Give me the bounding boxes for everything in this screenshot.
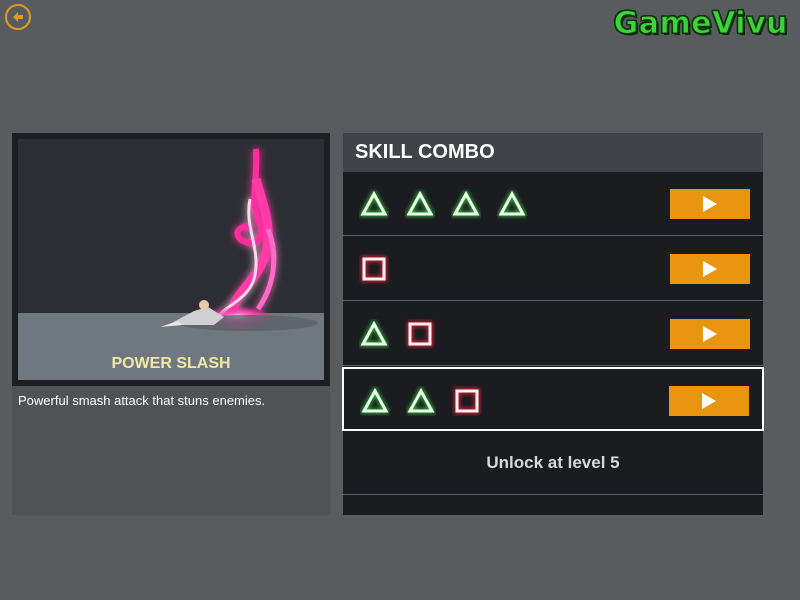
combo-row[interactable] <box>343 237 763 301</box>
square-icon <box>405 319 435 349</box>
combo-row[interactable] <box>342 367 764 431</box>
skill-name: POWER SLASH <box>111 355 231 372</box>
combo-row[interactable] <box>343 302 763 366</box>
power-slash-effect <box>160 148 318 331</box>
triangle-icon <box>359 189 389 219</box>
play-icon <box>703 326 717 342</box>
combo-sequence <box>359 189 527 219</box>
back-arrow-icon <box>13 12 23 22</box>
play-combo-button[interactable] <box>670 319 750 349</box>
combo-sequence <box>360 386 482 416</box>
play-icon <box>703 196 717 212</box>
triangle-icon <box>406 386 436 416</box>
gamevivu-logo: GameVivu <box>613 6 788 42</box>
skill-preview-panel: POWER SLASH Powerful smash attack that s… <box>12 133 330 515</box>
back-button[interactable] <box>5 4 31 30</box>
square-icon <box>359 254 389 284</box>
play-icon <box>703 261 717 277</box>
combo-sequence <box>359 319 435 349</box>
play-combo-button[interactable] <box>670 254 750 284</box>
triangle-icon <box>497 189 527 219</box>
skill-combo-title: SKILL COMBO <box>343 133 763 172</box>
skill-description: Powerful smash attack that stuns enemies… <box>18 393 266 408</box>
combo-row[interactable] <box>343 172 763 236</box>
square-icon <box>452 386 482 416</box>
skill-preview: POWER SLASH <box>12 133 330 386</box>
play-combo-button[interactable] <box>669 386 749 416</box>
locked-combo-text: Unlock at level 5 <box>343 431 763 495</box>
play-combo-button[interactable] <box>670 189 750 219</box>
combo-sequence <box>359 254 389 284</box>
triangle-icon <box>451 189 481 219</box>
triangle-icon <box>360 386 390 416</box>
triangle-icon <box>359 319 389 349</box>
triangle-icon <box>405 189 435 219</box>
skill-combo-panel: SKILL COMBO Unlock at level 5 <box>342 133 764 515</box>
play-icon <box>702 393 716 409</box>
